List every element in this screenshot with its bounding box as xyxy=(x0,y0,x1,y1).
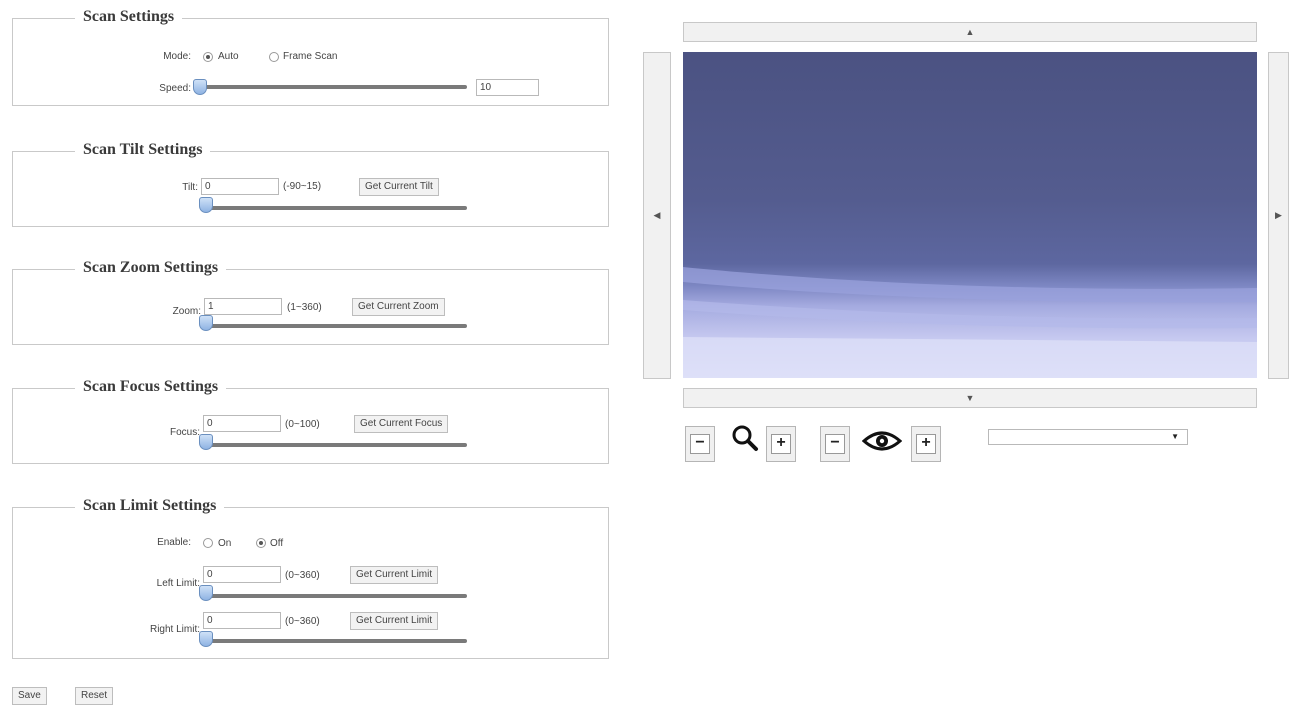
minus-icon: − xyxy=(690,434,710,454)
focus-out-button[interactable]: − xyxy=(820,426,850,462)
pan-right-button[interactable]: ▶ xyxy=(1268,52,1289,379)
plus-icon: + xyxy=(916,434,936,454)
mode-frame-scan-label: Frame Scan xyxy=(283,51,338,62)
zoom-input[interactable]: 1 xyxy=(204,298,282,315)
left-limit-label: Left Limit: xyxy=(156,578,200,589)
reset-button[interactable]: Reset xyxy=(75,687,114,705)
mode-auto-radio[interactable] xyxy=(203,52,213,62)
get-current-tilt-button[interactable]: Get Current Tilt xyxy=(359,178,439,196)
left-limit-slider-track[interactable] xyxy=(203,594,467,598)
video-frame-image xyxy=(683,267,1257,378)
speed-slider-track[interactable] xyxy=(195,85,467,89)
zoom-range: (1~360) xyxy=(287,302,322,313)
zoom-slider-thumb[interactable] xyxy=(199,315,213,331)
mode-frame-scan-radio[interactable] xyxy=(269,52,279,62)
left-limit-range: (0~360) xyxy=(285,570,320,581)
zoom-settings-fieldset: Scan Zoom Settings Zoom: 1 (1~360) Get C… xyxy=(12,259,609,345)
speed-input[interactable]: 10 xyxy=(476,79,539,96)
tilt-label: Tilt: xyxy=(182,182,198,193)
dropdown-arrow-icon: ▼ xyxy=(1171,432,1179,441)
tilt-slider-thumb[interactable] xyxy=(199,197,213,213)
up-arrow-icon: ▲ xyxy=(965,27,975,37)
right-limit-slider-thumb[interactable] xyxy=(199,631,213,647)
scan-settings-fieldset: Scan Settings Mode: Auto Frame Scan Spee… xyxy=(12,8,609,106)
eye-icon xyxy=(861,427,903,455)
pan-left-button[interactable]: ◀ xyxy=(643,52,671,379)
focus-settings-fieldset: Scan Focus Settings Focus: 0 (0~100) Get… xyxy=(12,378,609,464)
right-get-current-limit-button[interactable]: Get Current Limit xyxy=(350,612,439,630)
left-limit-slider-thumb[interactable] xyxy=(199,585,213,601)
focus-settings-title: Scan Focus Settings xyxy=(75,378,227,396)
focus-input[interactable]: 0 xyxy=(203,415,281,432)
limit-settings-fieldset: Scan Limit Settings Enable: On Off Left … xyxy=(12,497,609,659)
save-button[interactable]: Save xyxy=(12,687,47,705)
focus-range: (0~100) xyxy=(285,419,320,430)
tilt-settings-fieldset: Scan Tilt Settings Tilt: 0 (-90~15) Get … xyxy=(12,141,609,227)
tilt-range: (-90~15) xyxy=(283,181,322,192)
mode-auto-label: Auto xyxy=(218,51,239,62)
enable-label: Enable: xyxy=(157,537,191,548)
right-limit-input[interactable]: 0 xyxy=(203,612,281,629)
tilt-input[interactable]: 0 xyxy=(201,178,279,195)
zoom-in-button[interactable]: + xyxy=(766,426,796,462)
focus-label: Focus: xyxy=(169,427,200,438)
speed-slider-thumb[interactable] xyxy=(193,79,207,95)
camera-video-view[interactable] xyxy=(683,52,1257,378)
get-current-zoom-button[interactable]: Get Current Zoom xyxy=(352,298,445,316)
zoom-settings-title: Scan Zoom Settings xyxy=(75,259,227,277)
plus-icon: + xyxy=(771,434,791,454)
right-limit-label: Right Limit: xyxy=(149,624,200,635)
right-arrow-icon: ▶ xyxy=(1275,210,1282,220)
zoom-slider-track[interactable] xyxy=(205,324,467,328)
limit-settings-title: Scan Limit Settings xyxy=(75,497,225,515)
left-limit-input[interactable]: 0 xyxy=(203,566,281,583)
tilt-settings-title: Scan Tilt Settings xyxy=(75,141,211,159)
focus-slider-thumb[interactable] xyxy=(199,434,213,450)
zoom-label: Zoom: xyxy=(172,306,201,317)
limit-off-radio[interactable] xyxy=(256,538,266,548)
speed-label: Speed: xyxy=(159,83,191,94)
mode-label: Mode: xyxy=(163,51,191,62)
right-limit-slider-track[interactable] xyxy=(203,639,467,643)
left-get-current-limit-button[interactable]: Get Current Limit xyxy=(350,566,439,584)
pan-up-button[interactable]: ▲ xyxy=(683,22,1257,42)
minus-icon: − xyxy=(825,434,845,454)
get-current-focus-button[interactable]: Get Current Focus xyxy=(354,415,449,433)
limit-on-label: On xyxy=(218,538,232,549)
right-limit-range: (0~360) xyxy=(285,616,320,627)
down-arrow-icon: ▼ xyxy=(965,393,975,403)
preset-select[interactable]: ▼ xyxy=(988,429,1188,445)
zoom-magnifier-icon xyxy=(730,423,760,453)
focus-in-button[interactable]: + xyxy=(911,426,941,462)
pan-down-button[interactable]: ▼ xyxy=(683,388,1257,408)
limit-on-radio[interactable] xyxy=(203,538,213,548)
focus-slider-track[interactable] xyxy=(203,443,467,447)
limit-off-label: Off xyxy=(270,538,284,549)
tilt-slider-track[interactable] xyxy=(201,206,467,210)
zoom-out-button[interactable]: − xyxy=(685,426,715,462)
left-arrow-icon: ◀ xyxy=(653,210,661,220)
scan-settings-title: Scan Settings xyxy=(75,8,183,26)
